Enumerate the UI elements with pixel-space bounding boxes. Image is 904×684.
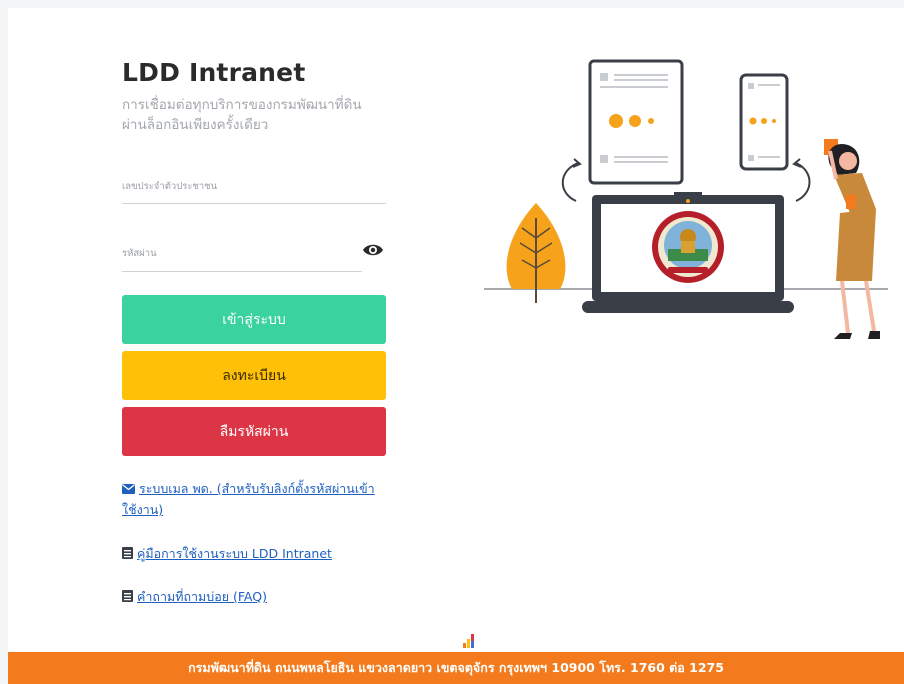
book-icon [122,545,133,565]
subtitle-line-2: ผ่านล็อกอินเพียงครั้งเดียว [122,117,269,133]
phone-graphic [739,73,789,171]
footer-bar: กรมพัฒนาที่ดิน ถนนพหลโยธิน แขวงลาดยาว เข… [8,652,904,684]
forgot-password-button[interactable]: ลืมรหัสผ่าน [122,407,386,456]
footer-text: กรมพัฒนาที่ดิน ถนนพหลโยธิน แขวงลาดยาว เข… [188,660,724,675]
faq-link-text: คำถามที่ถามบ่อย (FAQ) [137,589,267,604]
app-title: LDD Intranet [122,58,306,87]
mail-system-link[interactable]: ระบบเมล พด. (สำหรับรับลิงก์ตั้งรหัสผ่านเ… [122,479,388,520]
manual-link-text: คู่มือการใช้งานระบบ LDD Intranet [137,546,332,561]
app-subtitle: การเชื่อมต่อทุกบริการของกรมพัฒนาที่ดิน ผ… [122,95,386,135]
password-input[interactable] [122,236,362,271]
password-field-wrapper [122,236,362,272]
book-icon [122,588,133,608]
woman-graphic [824,139,880,339]
faq-link[interactable]: คำถามที่ถามบ่อย (FAQ) [122,587,267,608]
register-button[interactable]: ลงทะเบียน [122,351,386,400]
login-button[interactable]: เข้าสู่ระบบ [122,295,386,344]
subtitle-line-1: การเชื่อมต่อทุกบริการของกรมพัฒนาที่ดิน [122,97,362,113]
bar-chart-icon [463,633,475,648]
devices-illustration [484,59,888,339]
manual-link[interactable]: คู่มือการใช้งานระบบ LDD Intranet [122,544,332,565]
tree-graphic [506,203,566,303]
tablet-graphic [588,59,684,185]
idcard-input[interactable] [122,170,386,203]
idcard-field-wrapper [122,170,386,204]
laptop-graphic [582,192,794,313]
login-page: LDD Intranet การเชื่อมต่อทุกบริการของกรม… [8,8,904,652]
eye-icon[interactable] [362,242,384,258]
login-form: LDD Intranet การเชื่อมต่อทุกบริการของกรม… [122,58,386,604]
envelope-icon [122,480,135,500]
mail-link-text: ระบบเมล พด. (สำหรับรับลิงก์ตั้งรหัสผ่านเ… [122,481,375,517]
